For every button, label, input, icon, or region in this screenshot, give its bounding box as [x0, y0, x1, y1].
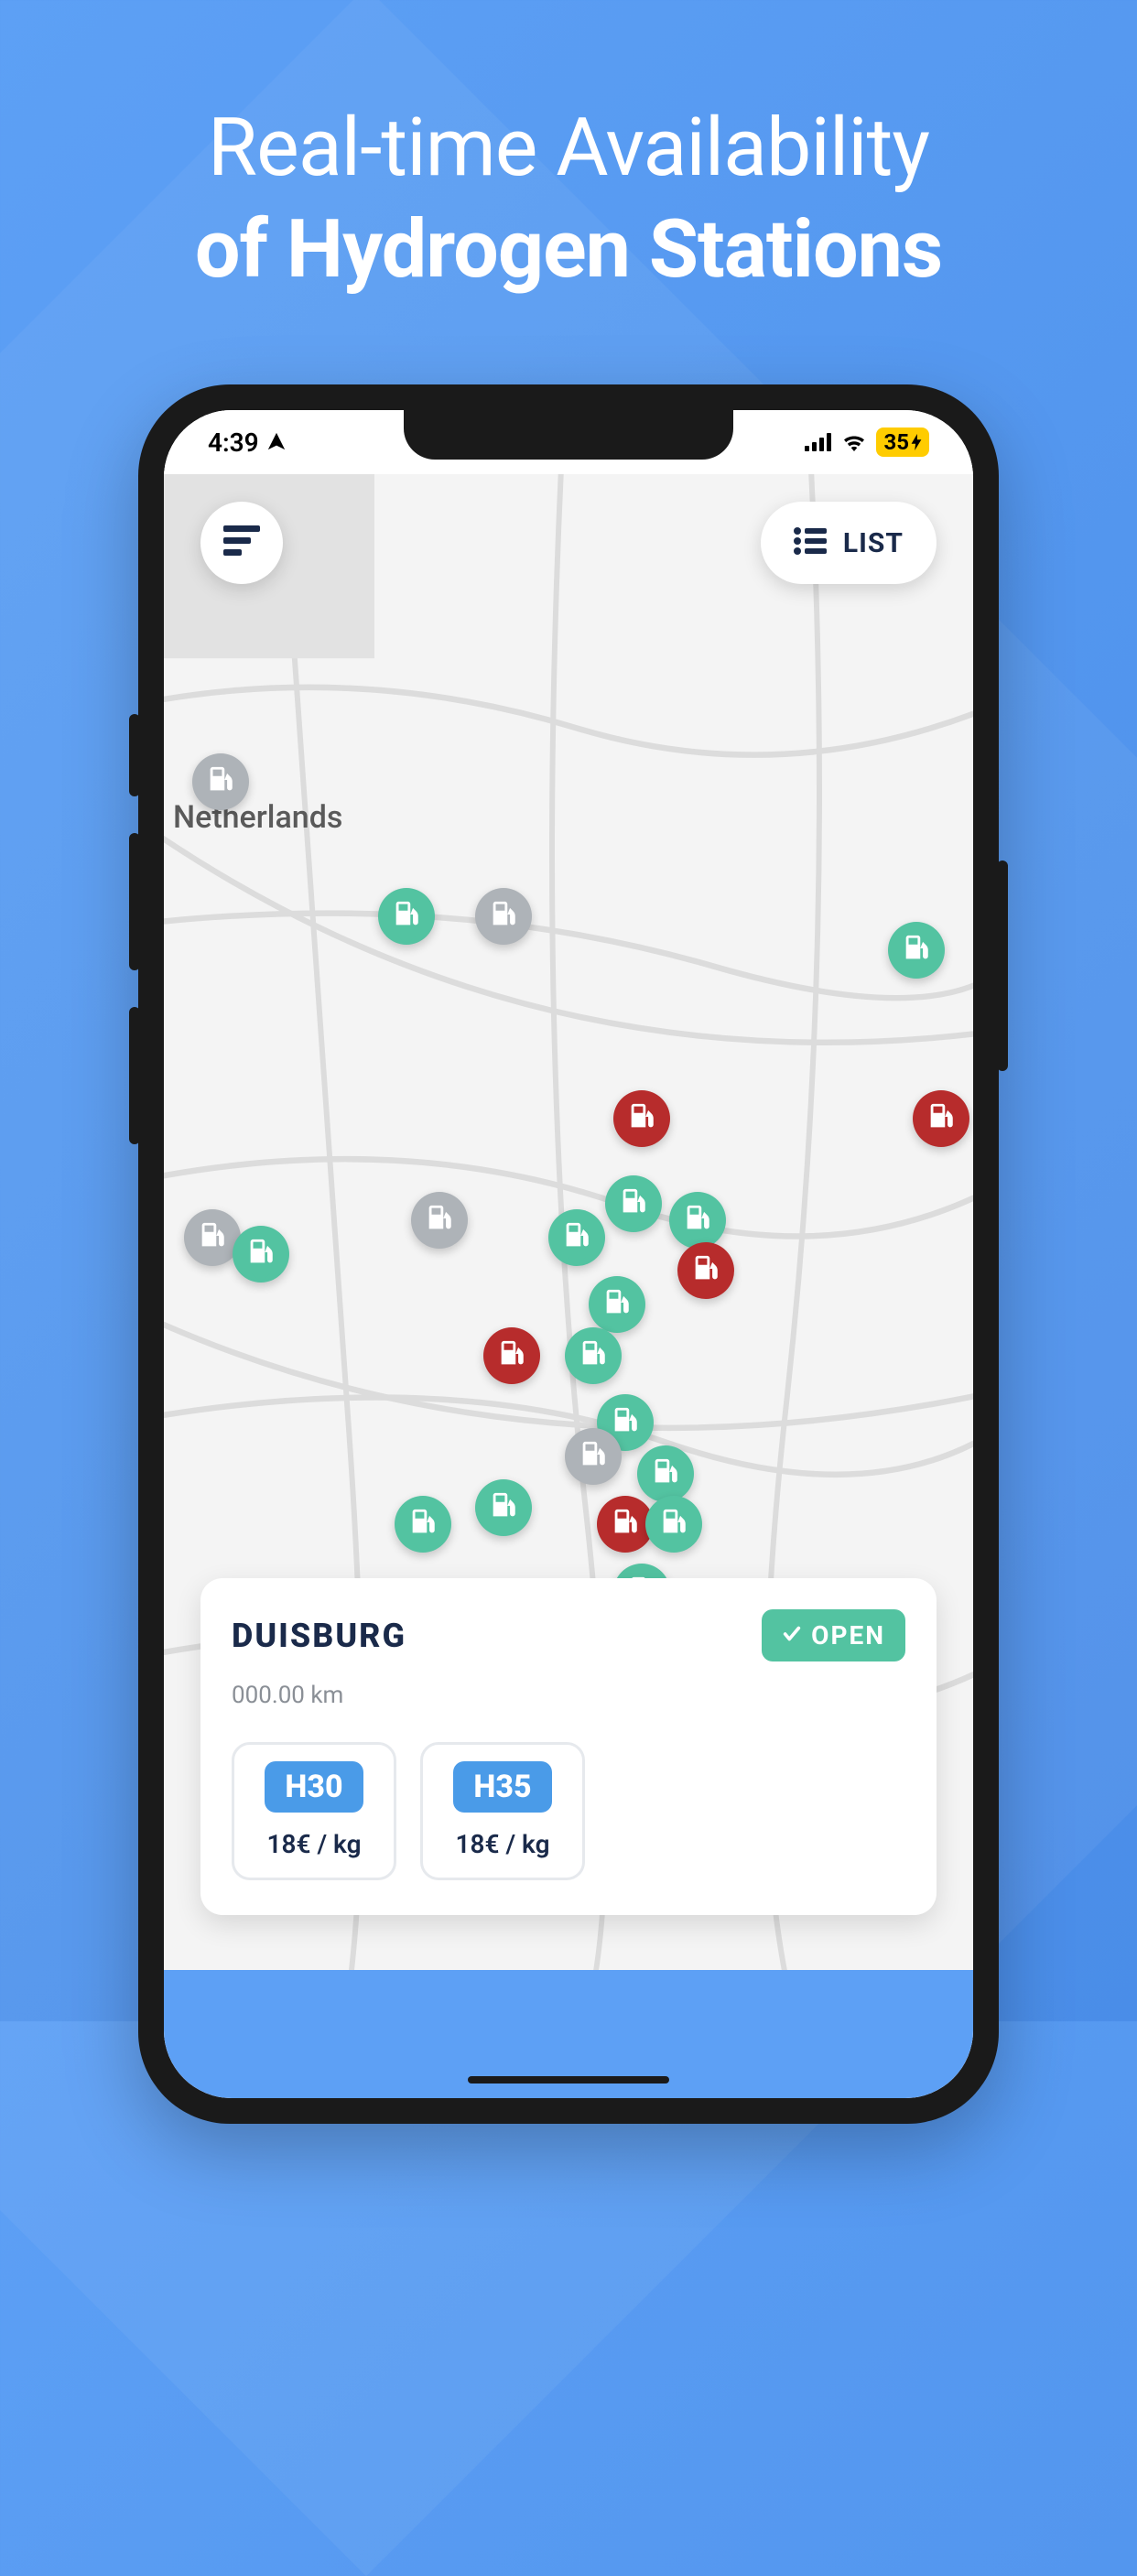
fuel-pump-icon — [601, 1287, 633, 1322]
pressure-option[interactable]: H35 18€ / kg — [420, 1742, 585, 1880]
fuel-pump-icon — [488, 899, 519, 934]
fuel-pump-icon — [578, 1338, 609, 1373]
fuel-pump-icon — [561, 1220, 592, 1255]
station-name: DUISBURG — [232, 1617, 406, 1655]
station-pin[interactable] — [669, 1192, 726, 1249]
station-pin[interactable] — [637, 1445, 694, 1502]
fuel-pump-icon — [488, 1490, 519, 1525]
location-icon — [266, 428, 287, 458]
fuel-pump-icon — [205, 764, 236, 799]
station-pin[interactable] — [475, 888, 532, 945]
pressure-option[interactable]: H30 18€ / kg — [232, 1742, 396, 1880]
fuel-pump-icon — [926, 1101, 957, 1136]
device-frame: 4:39 — [138, 384, 999, 2124]
station-pin[interactable] — [378, 888, 435, 945]
fuel-pump-icon — [496, 1338, 527, 1373]
map-country-label: Netherlands — [173, 799, 342, 836]
hero-line-2: of Hydrogen Stations — [0, 202, 1137, 297]
station-pin[interactable] — [411, 1192, 468, 1249]
hero-line-1: Real-time Availability — [0, 101, 1137, 195]
pressure-label: H35 — [453, 1761, 551, 1813]
list-icon — [794, 527, 827, 558]
fuel-pump-icon — [682, 1203, 713, 1238]
station-pin[interactable] — [645, 1496, 702, 1553]
station-pin[interactable] — [613, 1090, 670, 1147]
station-status-label: OPEN — [811, 1620, 885, 1651]
station-pin[interactable] — [233, 1226, 289, 1283]
battery-level: 35 — [883, 429, 909, 455]
fuel-pump-icon — [650, 1456, 681, 1491]
station-pin[interactable] — [483, 1327, 540, 1384]
fuel-pump-icon — [391, 899, 422, 934]
check-icon — [782, 1620, 802, 1651]
station-pin[interactable] — [605, 1175, 662, 1232]
station-pin[interactable] — [395, 1496, 451, 1553]
device-notch — [404, 410, 733, 460]
station-pin[interactable] — [677, 1242, 734, 1299]
menu-icon — [223, 525, 260, 560]
cellular-icon — [805, 428, 832, 458]
fuel-pump-icon — [610, 1405, 641, 1440]
fuel-pump-icon — [658, 1507, 689, 1542]
menu-button[interactable] — [200, 502, 283, 584]
fuel-pump-icon — [578, 1439, 609, 1474]
hero-heading: Real-time Availability of Hydrogen Stati… — [0, 0, 1137, 297]
station-pin[interactable] — [192, 753, 249, 810]
station-pin[interactable] — [475, 1479, 532, 1536]
station-pin[interactable] — [548, 1209, 605, 1266]
fuel-pump-icon — [197, 1220, 228, 1255]
pressure-price: 18€ / kg — [254, 1829, 374, 1859]
fuel-pump-icon — [610, 1507, 641, 1542]
fuel-pump-icon — [618, 1186, 649, 1221]
fuel-pump-icon — [407, 1507, 439, 1542]
status-time: 4:39 — [208, 428, 259, 458]
station-distance: 000.00 km — [232, 1682, 905, 1709]
fuel-pump-icon — [245, 1237, 276, 1272]
list-view-button[interactable]: LIST — [761, 502, 937, 584]
device-screen: 4:39 — [164, 410, 973, 2098]
pressure-price: 18€ / kg — [443, 1829, 562, 1859]
fuel-pump-icon — [424, 1203, 455, 1238]
list-button-label: LIST — [843, 527, 904, 559]
fuel-pump-icon — [690, 1253, 721, 1288]
fuel-pump-icon — [626, 1101, 657, 1136]
station-pin[interactable] — [565, 1327, 622, 1384]
pressure-label: H30 — [265, 1761, 363, 1813]
station-detail-card[interactable]: DUISBURG OPEN 000.00 km H30 18€ / kg H35 18… — [200, 1578, 937, 1915]
station-pin[interactable] — [565, 1428, 622, 1485]
battery-indicator: 35 — [876, 428, 929, 457]
station-pin[interactable] — [888, 922, 945, 979]
home-indicator — [468, 2076, 669, 2084]
wifi-icon — [841, 428, 867, 458]
fuel-pump-icon — [901, 933, 932, 968]
station-status-badge: OPEN — [762, 1609, 905, 1661]
station-pin[interactable] — [589, 1276, 645, 1333]
station-pin[interactable] — [913, 1090, 969, 1147]
